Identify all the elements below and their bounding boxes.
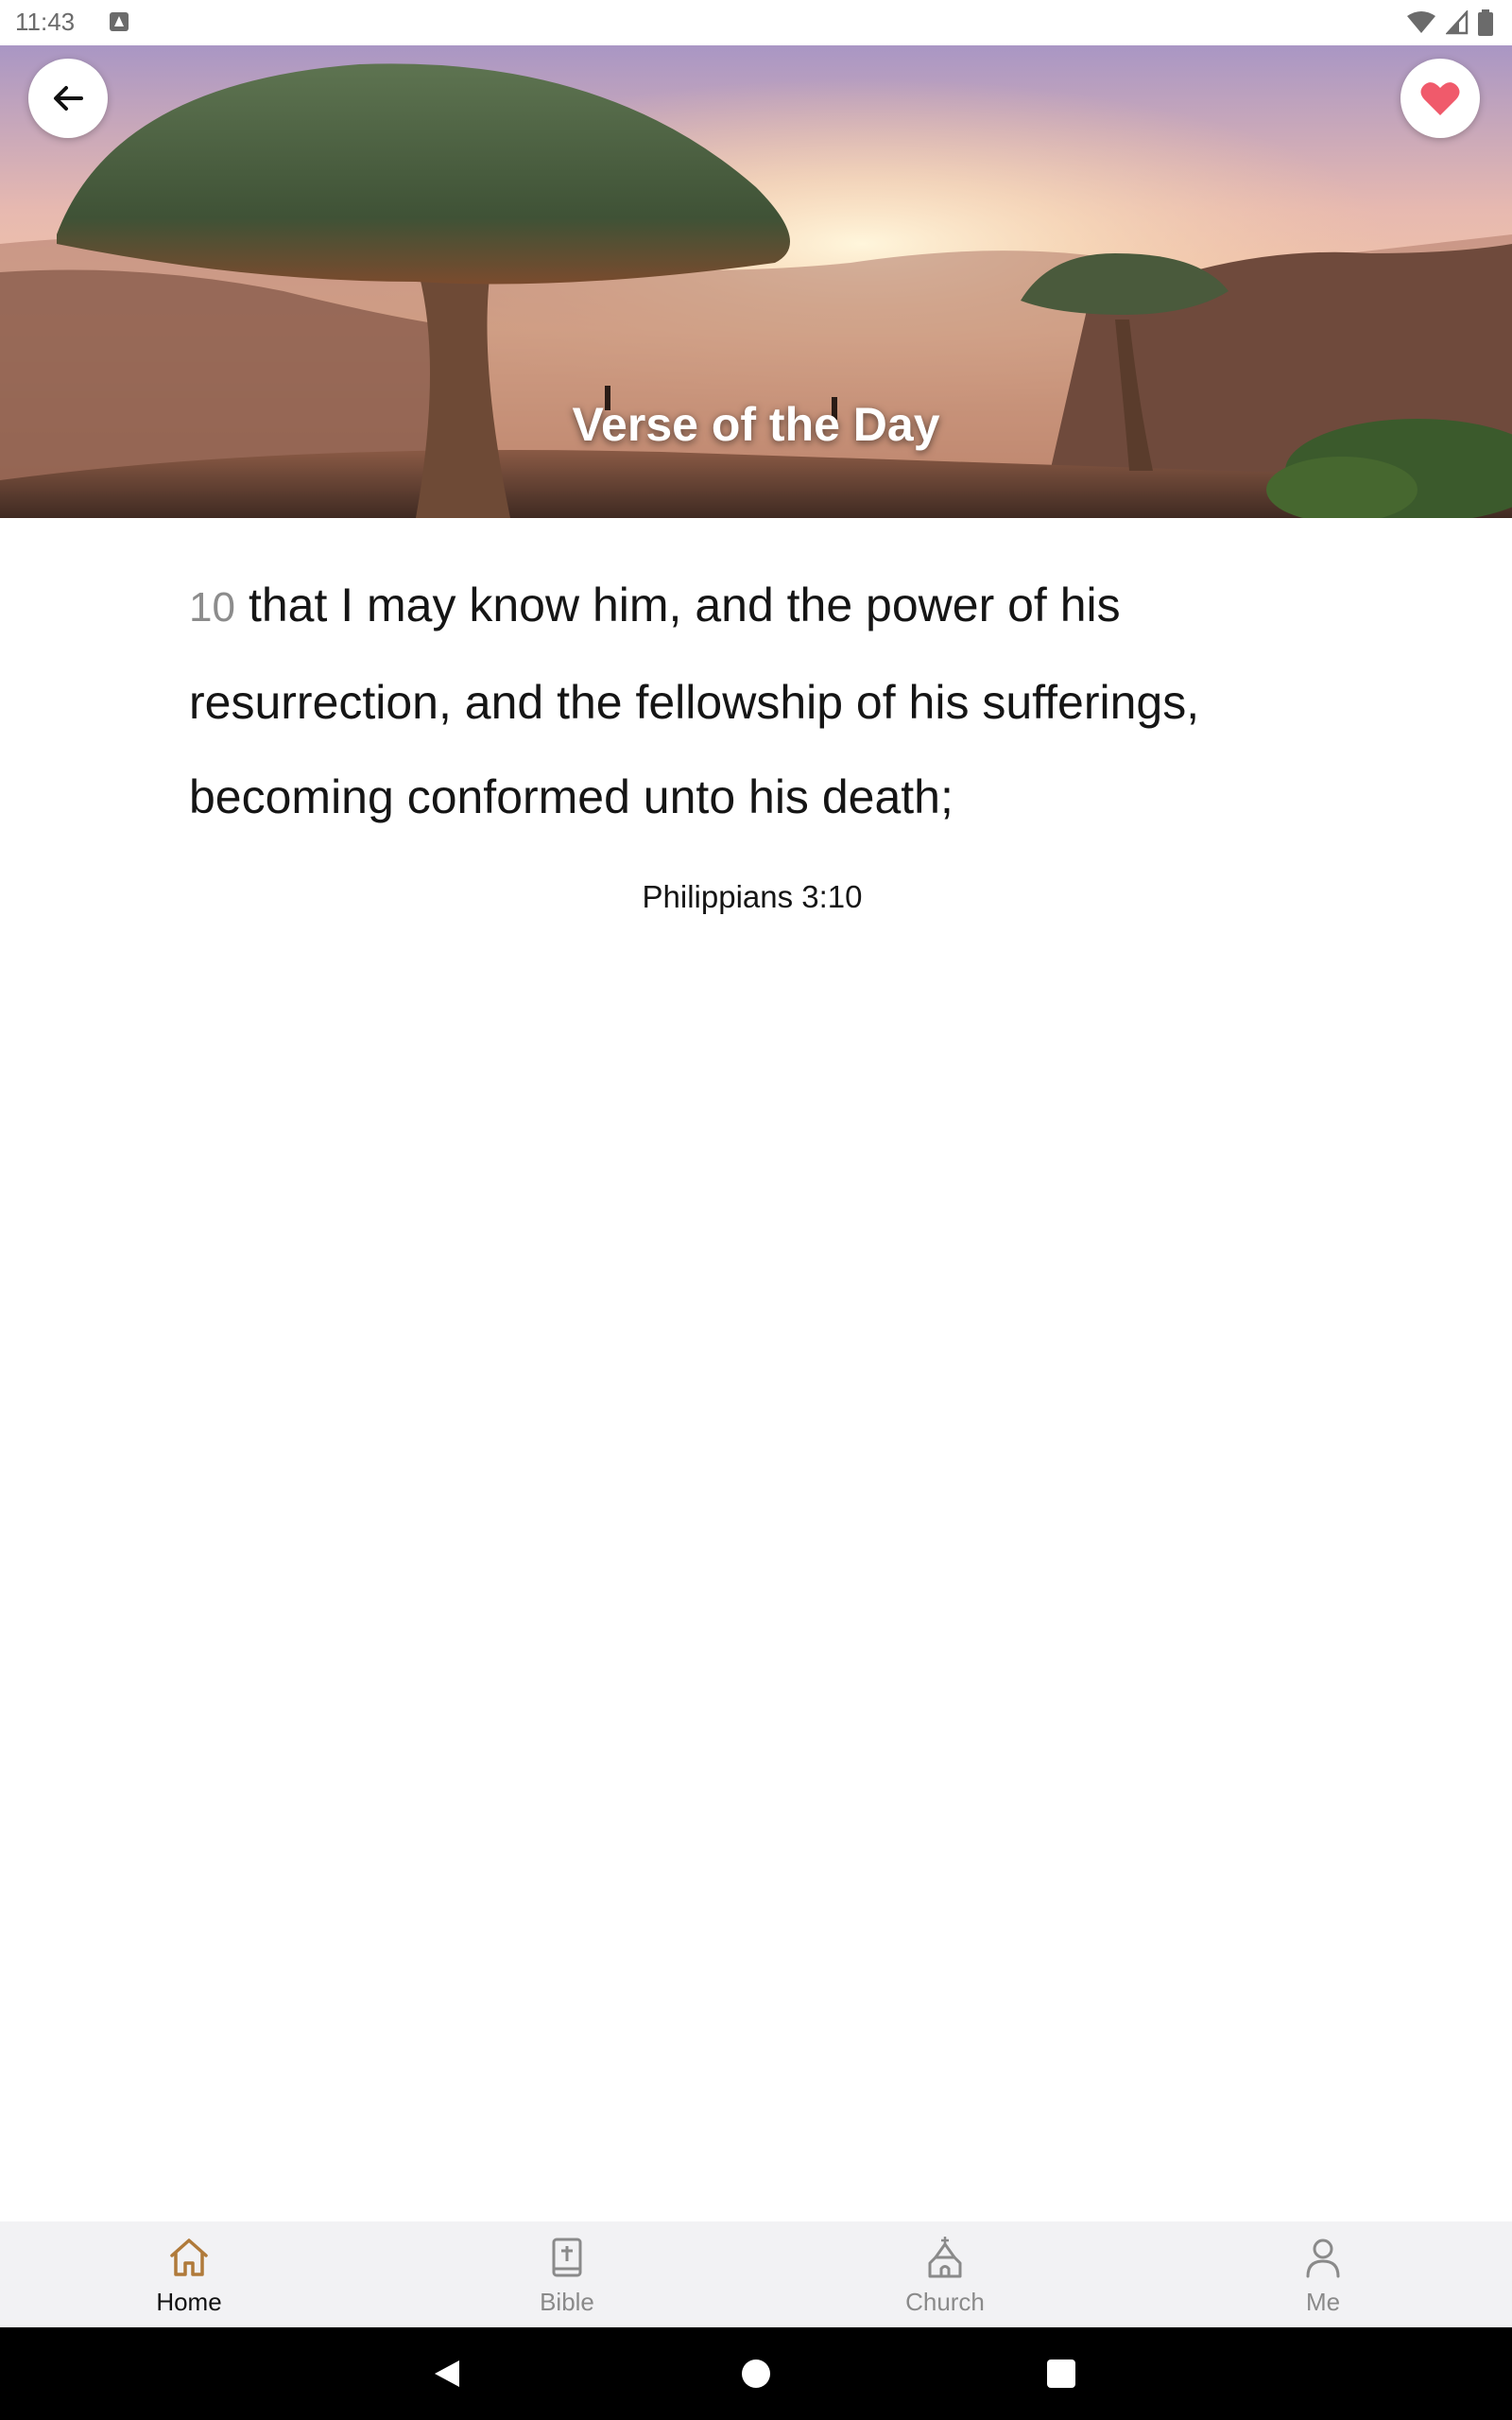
nav-label-bible: Bible bbox=[540, 2288, 594, 2316]
nav-label-me: Me bbox=[1305, 2288, 1341, 2316]
home-icon bbox=[170, 2238, 208, 2276]
nav-tab-me[interactable]: Me bbox=[1134, 2221, 1512, 2327]
verse-text-block[interactable]: 10 that I may know him, and the power of … bbox=[189, 558, 1342, 844]
verse-text: that I may know him, and the power of hi… bbox=[189, 579, 1200, 823]
nav-label-church: Church bbox=[905, 2288, 985, 2316]
system-back-icon[interactable] bbox=[433, 2359, 461, 2389]
heart-icon bbox=[1420, 82, 1460, 115]
status-bar: 11:43 bbox=[0, 0, 1512, 45]
bible-icon bbox=[552, 2238, 582, 2277]
church-icon bbox=[928, 2237, 962, 2278]
signal-icon bbox=[1446, 10, 1469, 35]
back-button[interactable] bbox=[28, 59, 108, 138]
verse-hero-banner: Verse of the Day bbox=[0, 45, 1512, 518]
nav-tab-bible[interactable]: Bible bbox=[378, 2221, 756, 2327]
verse-number: 10 bbox=[189, 584, 235, 631]
wifi-icon bbox=[1407, 11, 1435, 33]
status-time: 11:43 bbox=[15, 8, 76, 36]
bottom-navigation-bar: Home Bible Church Me bbox=[0, 2221, 1512, 2327]
arrow-left-icon bbox=[54, 86, 83, 111]
status-indicators bbox=[1406, 9, 1493, 36]
nav-tab-church[interactable]: Church bbox=[756, 2221, 1134, 2327]
person-icon bbox=[1306, 2238, 1340, 2278]
nav-label-home: Home bbox=[156, 2288, 222, 2316]
verse-reference[interactable]: Philippians 3:10 bbox=[0, 879, 1504, 915]
system-recents-icon[interactable] bbox=[1047, 2360, 1075, 2388]
nav-tab-home[interactable]: Home bbox=[0, 2221, 378, 2327]
hero-title: Verse of the Day bbox=[572, 398, 940, 451]
battery-icon bbox=[1478, 9, 1493, 36]
notification-app-icon bbox=[110, 12, 129, 31]
system-home-icon[interactable] bbox=[742, 2360, 770, 2388]
system-navigation-bar bbox=[0, 2327, 1512, 2420]
favorite-button[interactable] bbox=[1400, 59, 1480, 138]
